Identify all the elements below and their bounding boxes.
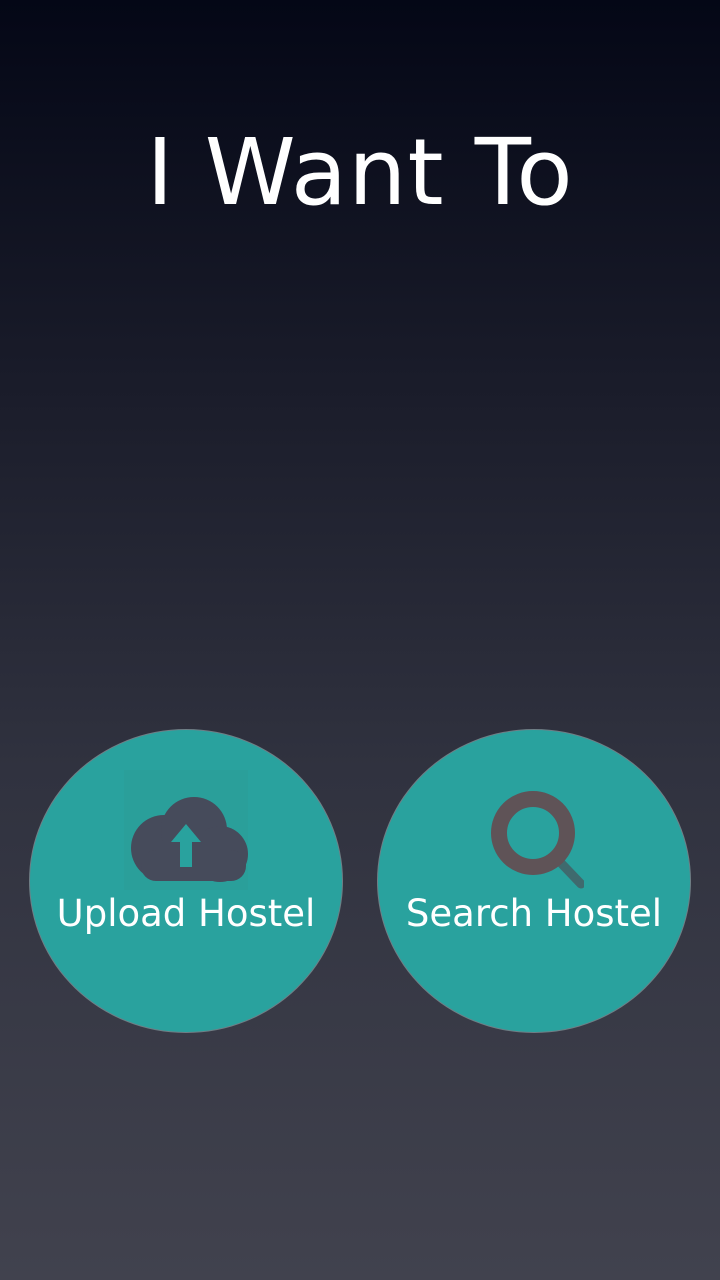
- upload-hostel-button[interactable]: Upload Hostel: [29, 729, 343, 1033]
- magnifier-search-icon: [491, 791, 584, 889]
- upload-hostel-label: Upload Hostel: [56, 892, 316, 935]
- search-hostel-label: Search Hostel: [405, 892, 663, 935]
- page-title: I Want To: [146, 119, 574, 226]
- cloud-upload-icon: [124, 770, 248, 890]
- search-hostel-button[interactable]: Search Hostel: [377, 729, 691, 1033]
